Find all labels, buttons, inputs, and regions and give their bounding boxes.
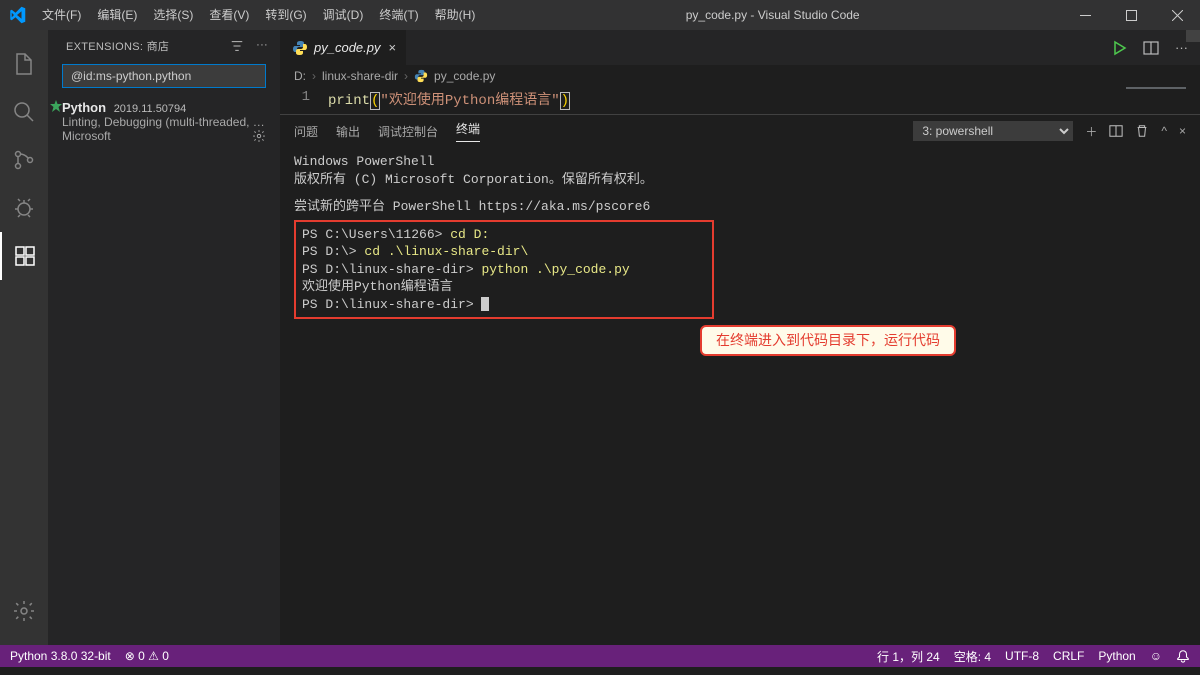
minimap[interactable]	[1126, 87, 1186, 95]
python-file-icon	[292, 40, 308, 56]
scrollbar[interactable]	[1186, 30, 1200, 42]
menu-edit[interactable]: 编辑(E)	[89, 0, 145, 30]
minimize-button[interactable]	[1062, 0, 1108, 30]
breadcrumb-root[interactable]: D:	[294, 69, 306, 83]
panel-tab-terminal[interactable]: 终端	[456, 120, 480, 142]
extension-name: Python	[62, 100, 106, 115]
split-editor-icon[interactable]	[1143, 40, 1159, 56]
status-indentation[interactable]: 空格: 4	[954, 648, 991, 665]
source-control-icon[interactable]	[0, 136, 48, 184]
extension-item-python[interactable]: Python 2019.11.50794 Linting, Debugging …	[48, 96, 280, 149]
window-controls	[1062, 0, 1200, 30]
maximize-button[interactable]	[1108, 0, 1154, 30]
debug-icon[interactable]	[0, 184, 48, 232]
panel-tab-output[interactable]: 输出	[336, 123, 360, 140]
menu-select[interactable]: 选择(S)	[145, 0, 201, 30]
extension-publisher: Microsoft	[62, 129, 266, 143]
terminal-prompt: PS D:\linux-share-dir>	[302, 262, 474, 277]
terminal-command: cd .\linux-share-dir\	[364, 244, 528, 259]
code-token-function: print	[328, 93, 370, 109]
maximize-panel-icon[interactable]: ^	[1161, 124, 1167, 138]
status-cursor-position[interactable]: 行 1，列 24	[877, 648, 940, 665]
status-language[interactable]: Python	[1098, 649, 1135, 663]
explorer-icon[interactable]	[0, 40, 48, 88]
settings-gear-icon[interactable]	[0, 587, 48, 635]
menu-terminal[interactable]: 终端(T)	[371, 0, 426, 30]
more-icon[interactable]: ···	[256, 39, 268, 53]
breadcrumb-file[interactable]: py_code.py	[434, 69, 495, 83]
terminal-prompt: PS D:\linux-share-dir>	[302, 297, 474, 312]
split-terminal-icon[interactable]	[1109, 124, 1123, 138]
terminal-line: 版权所有 (C) Microsoft Corporation。保留所有权利。	[294, 171, 1186, 189]
main-menu: 文件(F) 编辑(E) 选择(S) 查看(V) 转到(G) 调试(D) 终端(T…	[34, 0, 483, 30]
extensions-icon[interactable]	[0, 232, 48, 280]
filter-icon[interactable]	[230, 39, 244, 53]
kill-terminal-icon[interactable]	[1135, 124, 1149, 138]
search-icon[interactable]	[0, 88, 48, 136]
status-eol[interactable]: CRLF	[1053, 649, 1084, 663]
star-icon	[50, 100, 62, 112]
terminal-command: cd D:	[450, 227, 489, 242]
activity-bar	[0, 30, 48, 645]
extension-search-input[interactable]: @id:ms-python.python	[62, 64, 266, 88]
tab-close-icon[interactable]: ×	[389, 40, 397, 55]
close-panel-icon[interactable]: ×	[1179, 124, 1186, 138]
terminal-output: 欢迎使用Python编程语言	[302, 278, 706, 296]
highlight-frame: PS C:\Users\11266> cd D: PS D:\> cd .\li…	[294, 220, 714, 320]
tab-label: py_code.py	[314, 40, 381, 55]
editor-area: py_code.py × ··· D:› linux-share-dir› py…	[280, 30, 1200, 645]
status-bar: Python 3.8.0 32-bit ⊗ 0 ⚠ 0 行 1，列 24 空格:…	[0, 645, 1200, 667]
window-title: py_code.py - Visual Studio Code	[483, 8, 1062, 22]
terminal-prompt: PS D:\>	[302, 244, 357, 259]
tab-py-code[interactable]: py_code.py ×	[280, 30, 407, 65]
panel-tab-problems[interactable]: 问题	[294, 123, 318, 140]
menu-help[interactable]: 帮助(H)	[427, 0, 484, 30]
status-encoding[interactable]: UTF-8	[1005, 649, 1039, 663]
status-notifications-icon[interactable]	[1176, 649, 1190, 663]
title-bar: 文件(F) 编辑(E) 选择(S) 查看(V) 转到(G) 调试(D) 终端(T…	[0, 0, 1200, 30]
breadcrumb[interactable]: D:› linux-share-dir› py_code.py	[280, 65, 1200, 87]
sidebar-title: EXTENSIONS: 商店	[66, 38, 169, 54]
python-file-icon	[414, 69, 428, 83]
extension-description: Linting, Debugging (multi-threaded, r...	[62, 115, 266, 129]
code-token-string: "欢迎使用Python编程语言"	[380, 93, 559, 109]
vscode-logo-icon	[0, 6, 34, 24]
terminal-prompt: PS C:\Users\11266>	[302, 227, 442, 242]
line-number: 1	[280, 89, 328, 110]
code-editor[interactable]: 1 print("欢迎使用Python编程语言")	[280, 87, 1200, 110]
bottom-panel: 问题 输出 调试控制台 终端 3: powershell ＋ ^ × Windo…	[280, 114, 1200, 645]
menu-view[interactable]: 查看(V)	[201, 0, 257, 30]
terminal-line: Windows PowerShell	[294, 153, 1186, 171]
editor-more-icon[interactable]: ···	[1175, 40, 1188, 55]
close-button[interactable]	[1154, 0, 1200, 30]
terminal-selector[interactable]: 3: powershell	[913, 121, 1073, 141]
panel-tab-debug-console[interactable]: 调试控制台	[378, 123, 438, 140]
extension-settings-icon[interactable]	[252, 129, 266, 143]
new-terminal-icon[interactable]: ＋	[1085, 123, 1097, 140]
menu-file[interactable]: 文件(F)	[34, 0, 89, 30]
extensions-sidebar: EXTENSIONS: 商店 ··· @id:ms-python.python …	[48, 30, 280, 645]
breadcrumb-folder[interactable]: linux-share-dir	[322, 69, 398, 83]
terminal-content[interactable]: Windows PowerShell 版权所有 (C) Microsoft Co…	[280, 147, 1200, 319]
status-problems[interactable]: ⊗ 0 ⚠ 0	[125, 649, 169, 663]
extension-version: 2019.11.50794	[114, 103, 187, 115]
status-python-version[interactable]: Python 3.8.0 32-bit	[10, 649, 111, 663]
terminal-command: python .\py_code.py	[481, 262, 629, 277]
editor-tabs: py_code.py × ···	[280, 30, 1200, 65]
menu-debug[interactable]: 调试(D)	[315, 0, 372, 30]
terminal-line: 尝试新的跨平台 PowerShell https://aka.ms/pscore…	[294, 198, 1186, 216]
status-feedback-icon[interactable]: ☺	[1150, 649, 1162, 663]
run-icon[interactable]	[1111, 40, 1127, 56]
terminal-cursor	[481, 297, 489, 311]
annotation-callout: 在终端进入到代码目录下，运行代码	[700, 325, 956, 356]
menu-goto[interactable]: 转到(G)	[257, 0, 314, 30]
